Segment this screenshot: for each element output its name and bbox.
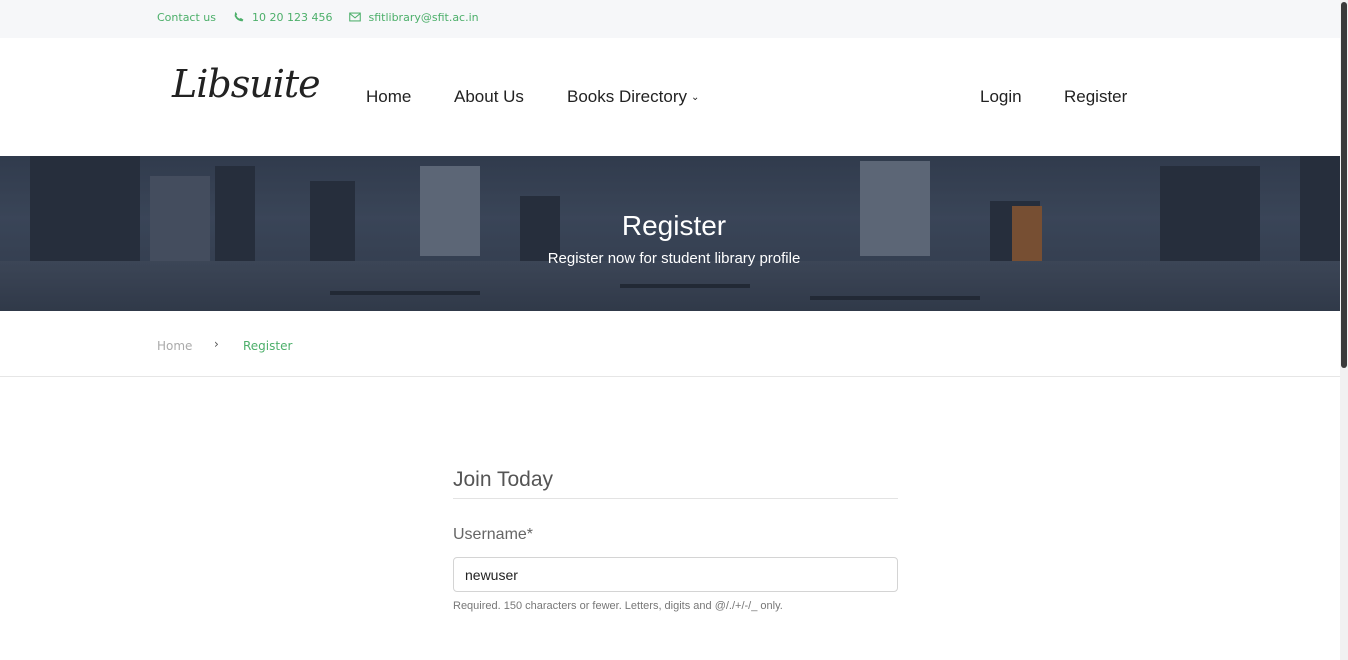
form-title: Join Today [453,468,554,491]
breadcrumb: Home › Register [0,311,1340,377]
nav-login[interactable]: Login [980,87,1022,107]
main-navbar: Libsuite Home About Us Books Directory ⌄ … [0,38,1340,156]
username-label: Username* [453,526,534,543]
chevron-down-icon: ⌄ [690,92,700,103]
phone-link[interactable]: 10 20 123 456 [232,10,332,24]
breadcrumb-home[interactable]: Home [157,339,192,353]
username-help-text: Required. 150 characters or fewer. Lette… [453,600,783,612]
site-logo[interactable]: Libsuite [172,62,321,106]
email-link[interactable]: sfitlibrary@sfit.ac.in [348,10,479,24]
breadcrumb-separator-icon: › [214,337,219,351]
nav-books-directory-label: Books Directory [567,87,687,106]
mail-icon [349,12,362,22]
breadcrumb-current: Register [243,339,293,353]
phone-icon [234,11,244,22]
page-title: Register [621,210,727,241]
username-input[interactable] [453,557,898,592]
page-banner: Register Register now for student librar… [0,156,1348,311]
page-scrollbar[interactable] [1340,0,1348,660]
contact-us-link[interactable]: Contact us [157,11,216,24]
nav-register[interactable]: Register [1064,87,1127,107]
nav-home[interactable]: Home [366,87,411,107]
nav-about-us[interactable]: About Us [454,87,524,107]
contact-us-label: Contact us [157,10,216,24]
form-divider [453,498,898,499]
page-subtitle: Register now for student library profile [547,250,801,267]
contact-bar: Contact us 10 20 123 456 sfitlibrary@sfi… [0,0,1340,38]
scrollbar-thumb[interactable] [1341,2,1347,368]
phone-number: 10 20 123 456 [252,10,333,24]
nav-books-directory[interactable]: Books Directory ⌄ [567,87,699,107]
email-address: sfitlibrary@sfit.ac.in [368,10,479,24]
